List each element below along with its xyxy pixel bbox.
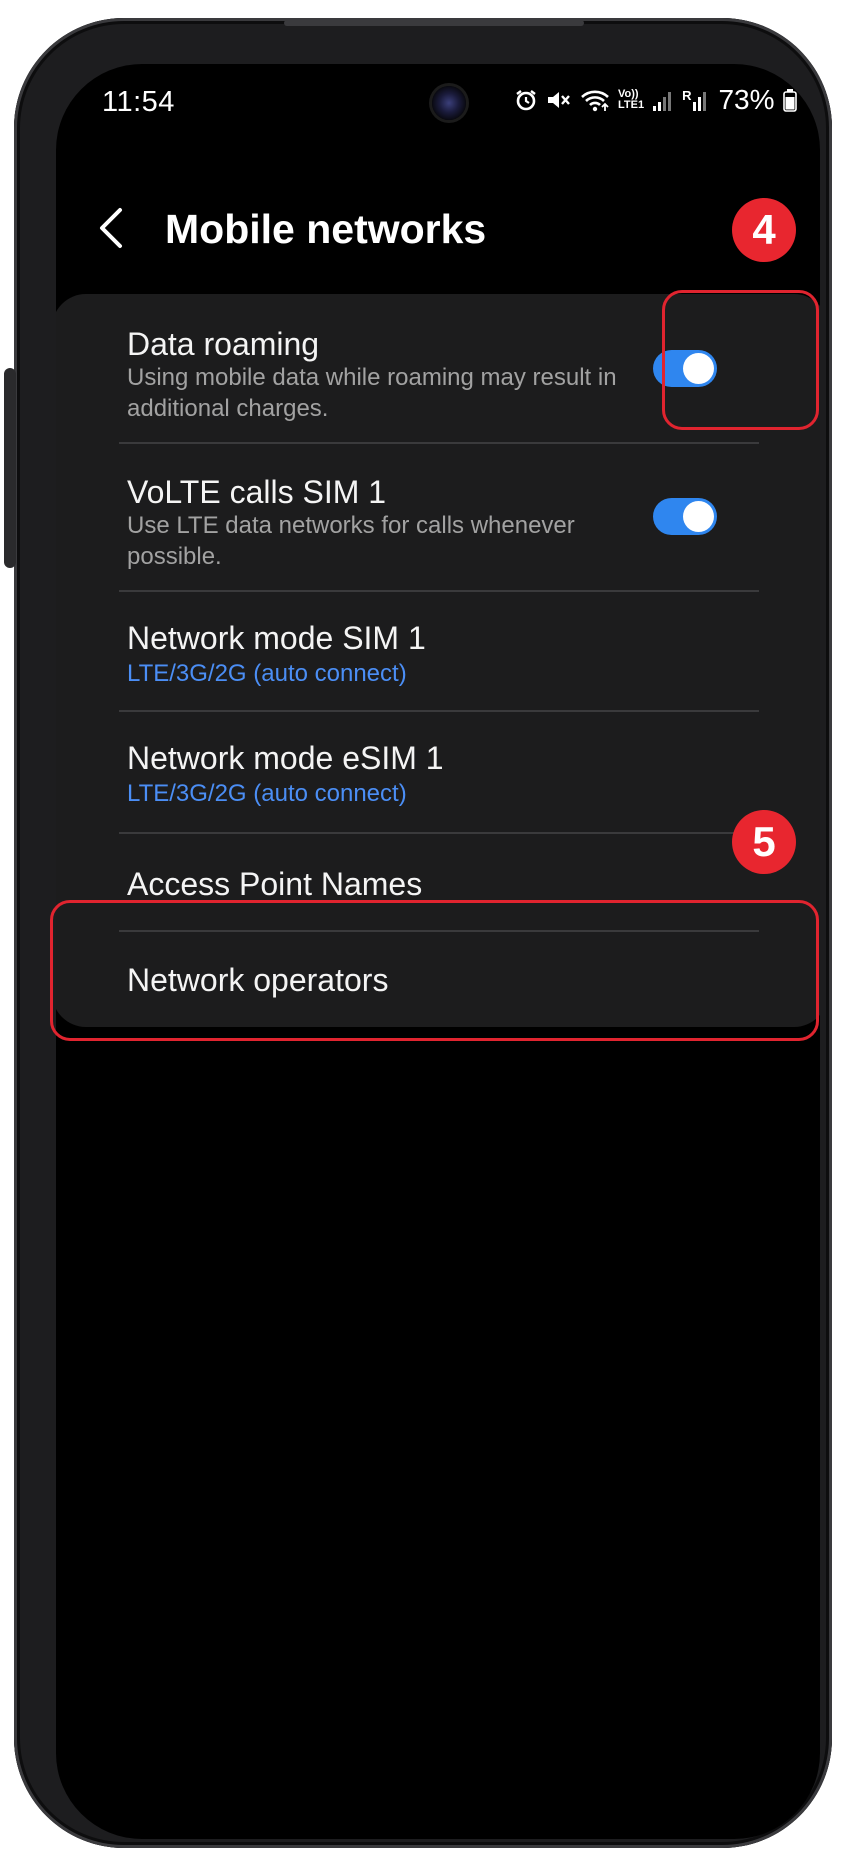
annotation-badge-4: 4: [732, 198, 796, 262]
annotation-box-apn: [50, 900, 819, 1041]
volte-label-bottom: LTE1: [618, 99, 645, 111]
annotation-badge-5: 5: [732, 810, 796, 874]
earpiece-slot: [284, 20, 584, 26]
toggle-knob: [683, 501, 714, 532]
setting-value: LTE/3G/2G (auto connect): [127, 660, 407, 687]
setting-network-mode-esim1[interactable]: Network mode eSIM 1 LTE/3G/2G (auto conn…: [56, 712, 820, 832]
setting-description: Using mobile data while roaming may resu…: [127, 364, 617, 422]
setting-volte-calls[interactable]: VoLTE calls SIM 1 Use LTE data networks …: [56, 444, 820, 590]
setting-description: Use LTE data networks for calls whenever…: [127, 512, 575, 570]
app-header: Mobile networks: [56, 184, 820, 274]
chevron-left-icon: [100, 208, 122, 248]
page-title: Mobile networks: [165, 206, 487, 252]
battery-percent: 73%: [718, 84, 775, 115]
front-camera: [432, 86, 466, 120]
status-bar: 11:54 Vo)) LTE1 R 73%: [56, 64, 820, 144]
setting-label: VoLTE calls SIM 1: [127, 474, 387, 510]
volte-toggle[interactable]: [653, 498, 717, 535]
alarm-icon: [514, 88, 538, 112]
status-time: 11:54: [102, 86, 175, 118]
roaming-indicator: R: [682, 88, 692, 103]
setting-label: Network mode eSIM 1: [127, 740, 444, 776]
annotation-box-toggle: [662, 290, 819, 430]
setting-label: Access Point Names: [127, 866, 423, 902]
status-icons: Vo)) LTE1 R 73%: [514, 84, 797, 116]
setting-label: Network mode SIM 1: [127, 620, 426, 656]
signal-icon: [652, 88, 674, 112]
setting-network-mode-sim1[interactable]: Network mode SIM 1 LTE/3G/2G (auto conne…: [56, 592, 820, 710]
back-button[interactable]: [92, 200, 132, 256]
signal-roaming-icon: R: [682, 88, 710, 112]
battery-icon: [782, 88, 797, 112]
mute-icon: [546, 88, 572, 112]
wifi-icon: [580, 88, 610, 112]
side-button: [4, 368, 16, 568]
setting-label: Data roaming: [127, 326, 320, 362]
setting-value: LTE/3G/2G (auto connect): [127, 780, 407, 807]
volte-icon: Vo)) LTE1: [618, 89, 644, 111]
